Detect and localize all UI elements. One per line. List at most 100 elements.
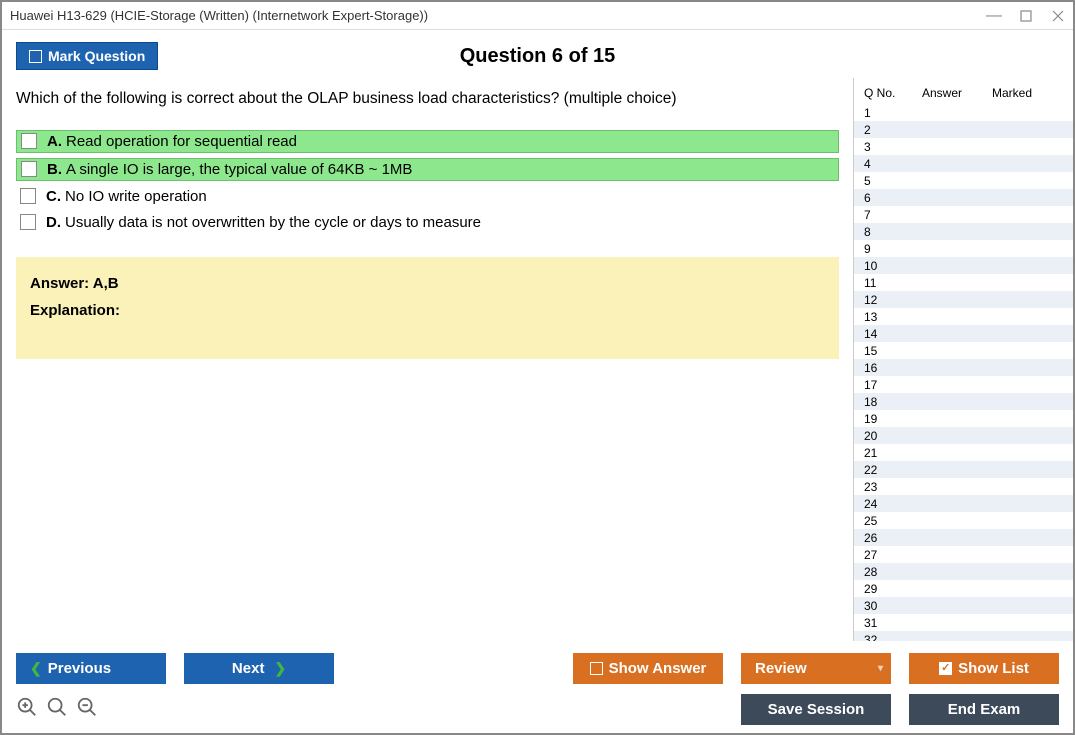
qrow-number: 17 <box>864 378 922 392</box>
qtable-row[interactable]: 14 <box>854 325 1073 342</box>
checkbox-checked-icon <box>939 662 952 675</box>
option-text: A single IO is large, the typical value … <box>66 161 412 178</box>
qtable-row[interactable]: 8 <box>854 223 1073 240</box>
qtable-row[interactable]: 22 <box>854 461 1073 478</box>
qtable-row[interactable]: 4 <box>854 155 1073 172</box>
qtable-row[interactable]: 2 <box>854 121 1073 138</box>
qrow-number: 31 <box>864 616 922 630</box>
app-window: Huawei H13-629 (HCIE-Storage (Written) (… <box>0 0 1075 735</box>
save-session-button[interactable]: Save Session <box>741 694 891 725</box>
review-button[interactable]: Review ▾ <box>741 653 891 684</box>
qtable-row[interactable]: 12 <box>854 291 1073 308</box>
zoom-out-icon[interactable] <box>76 696 98 718</box>
main-content: Which of the following is correct about … <box>2 78 1073 641</box>
qrow-number: 25 <box>864 514 922 528</box>
qrow-number: 4 <box>864 157 922 171</box>
show-list-button[interactable]: Show List <box>909 653 1059 684</box>
answer-line: Answer: A,B <box>30 275 825 292</box>
qtable-row[interactable]: 10 <box>854 257 1073 274</box>
mark-question-label: Mark Question <box>48 48 145 64</box>
end-exam-button[interactable]: End Exam <box>909 694 1059 725</box>
maximize-icon[interactable] <box>1019 9 1033 23</box>
next-button[interactable]: Next ❯ <box>184 653 334 684</box>
qtable-row[interactable]: 21 <box>854 444 1073 461</box>
qtable-row[interactable]: 1 <box>854 104 1073 121</box>
qtable-row[interactable]: 18 <box>854 393 1073 410</box>
close-icon[interactable] <box>1051 9 1065 23</box>
qtable-row[interactable]: 32 <box>854 631 1073 641</box>
qtable-row[interactable]: 17 <box>854 376 1073 393</box>
show-answer-label: Show Answer <box>609 660 707 677</box>
options-list: A. Read operation for sequential read B. … <box>16 130 839 233</box>
option-text: Read operation for sequential read <box>66 133 297 150</box>
qtable-row[interactable]: 11 <box>854 274 1073 291</box>
qtable-row[interactable]: 7 <box>854 206 1073 223</box>
zoom-controls <box>16 694 741 718</box>
end-exam-label: End Exam <box>948 701 1021 718</box>
qtable-row[interactable]: 19 <box>854 410 1073 427</box>
qtable-row[interactable]: 28 <box>854 563 1073 580</box>
qrow-number: 19 <box>864 412 922 426</box>
chevron-right-icon: ❯ <box>270 660 286 677</box>
qrow-number: 2 <box>864 123 922 137</box>
qtable-row[interactable]: 23 <box>854 478 1073 495</box>
option-row[interactable]: D. Usually data is not overwritten by th… <box>16 212 839 233</box>
qrow-number: 8 <box>864 225 922 239</box>
qrow-number: 13 <box>864 310 922 324</box>
option-checkbox[interactable] <box>20 188 36 204</box>
option-letter: B. <box>47 161 62 178</box>
show-list-label: Show List <box>958 660 1029 677</box>
option-checkbox[interactable] <box>21 161 37 177</box>
qrow-number: 15 <box>864 344 922 358</box>
option-row[interactable]: A. Read operation for sequential read <box>16 130 839 153</box>
title-bar: Huawei H13-629 (HCIE-Storage (Written) (… <box>2 2 1073 30</box>
qtable-row[interactable]: 13 <box>854 308 1073 325</box>
qtable-row[interactable]: 24 <box>854 495 1073 512</box>
bottom-bar: ❮ Previous Next ❯ Show Answer Review ▾ S… <box>2 641 1073 733</box>
qrow-number: 14 <box>864 327 922 341</box>
explanation-label: Explanation: <box>30 302 825 319</box>
zoom-in-icon[interactable] <box>46 696 68 718</box>
qrow-number: 24 <box>864 497 922 511</box>
show-answer-button[interactable]: Show Answer <box>573 653 723 684</box>
qtable-row[interactable]: 3 <box>854 138 1073 155</box>
option-row[interactable]: B. A single IO is large, the typical val… <box>16 158 839 181</box>
qtable-row[interactable]: 9 <box>854 240 1073 257</box>
qtable-row[interactable]: 25 <box>854 512 1073 529</box>
qrow-number: 26 <box>864 531 922 545</box>
qrow-number: 22 <box>864 463 922 477</box>
qtable-row[interactable]: 31 <box>854 614 1073 631</box>
qtable-row[interactable]: 15 <box>854 342 1073 359</box>
qrow-number: 28 <box>864 565 922 579</box>
header-marked: Marked <box>992 86 1067 100</box>
qtable-row[interactable]: 5 <box>854 172 1073 189</box>
qtable-row[interactable]: 6 <box>854 189 1073 206</box>
option-letter: C. <box>46 188 61 205</box>
option-checkbox[interactable] <box>20 214 36 230</box>
header-qno: Q No. <box>864 86 922 100</box>
qrow-number: 27 <box>864 548 922 562</box>
mark-checkbox-icon <box>29 50 42 63</box>
qtable-row[interactable]: 29 <box>854 580 1073 597</box>
qrow-number: 20 <box>864 429 922 443</box>
qrow-number: 3 <box>864 140 922 154</box>
qtable-row[interactable]: 27 <box>854 546 1073 563</box>
qrow-number: 11 <box>864 276 922 290</box>
qtable-row[interactable]: 26 <box>854 529 1073 546</box>
option-checkbox[interactable] <box>21 133 37 149</box>
minimize-icon[interactable]: — <box>987 9 1001 23</box>
qtable-row[interactable]: 30 <box>854 597 1073 614</box>
qtable-body[interactable]: 1234567891011121314151617181920212223242… <box>854 104 1073 641</box>
qrow-number: 23 <box>864 480 922 494</box>
qtable-row[interactable]: 20 <box>854 427 1073 444</box>
mark-question-button[interactable]: Mark Question <box>16 42 158 70</box>
zoom-reset-icon[interactable] <box>16 696 38 718</box>
qtable-row[interactable]: 16 <box>854 359 1073 376</box>
option-row[interactable]: C. No IO write operation <box>16 186 839 207</box>
option-text: Usually data is not overwritten by the c… <box>65 214 481 231</box>
chevron-down-icon: ▾ <box>878 663 883 674</box>
question-prompt: Which of the following is correct about … <box>16 88 839 110</box>
review-label: Review <box>755 660 807 677</box>
qrow-number: 30 <box>864 599 922 613</box>
previous-button[interactable]: ❮ Previous <box>16 653 166 684</box>
